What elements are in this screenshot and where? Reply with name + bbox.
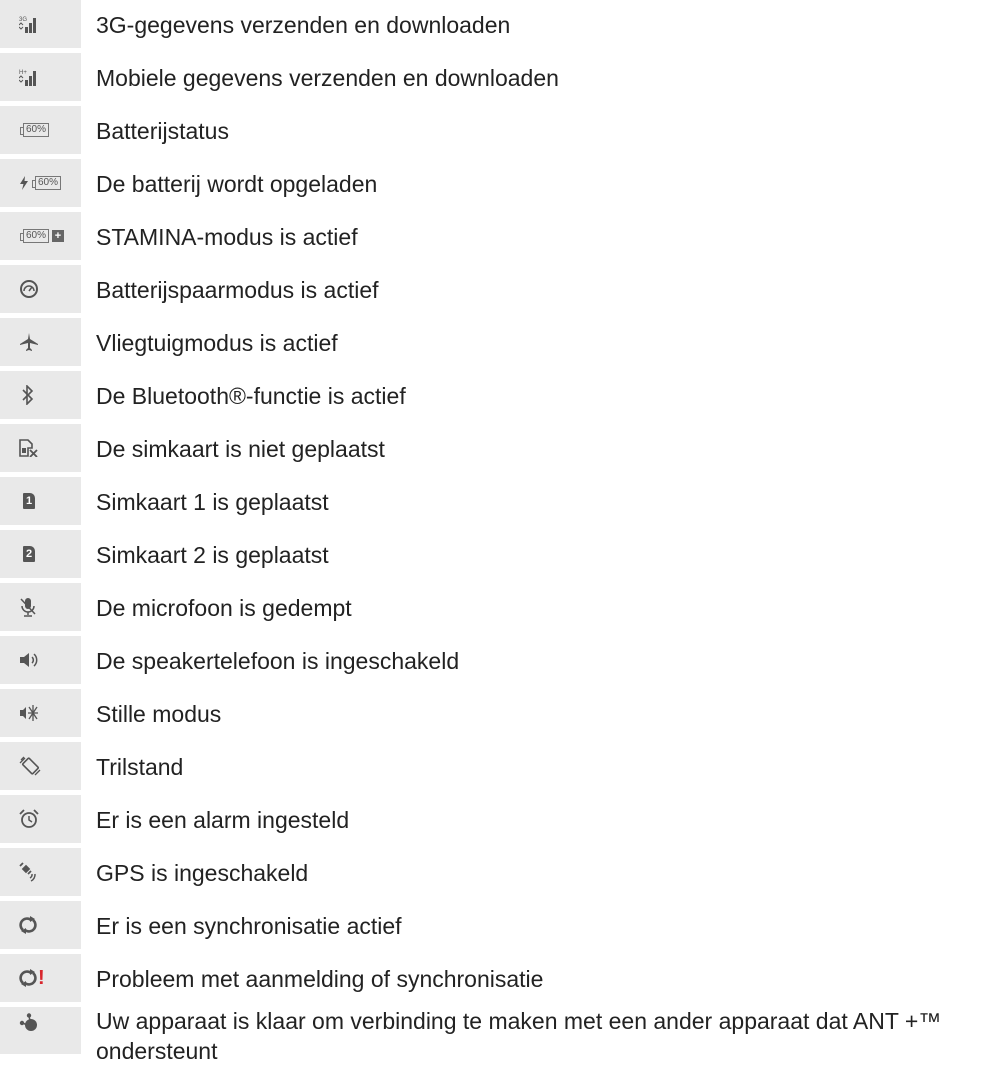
speaker-icon (19, 644, 39, 676)
list-item: 2 Simkaart 2 is geplaatst (0, 530, 1003, 578)
list-item: ! Probleem met aanmelding of synchronisa… (0, 954, 1003, 1002)
list-item-label: Batterijstatus (96, 118, 229, 144)
ant-plus-icon (19, 1007, 39, 1039)
list-item: H+ Mobiele gegevens verzenden en downloa… (0, 53, 1003, 101)
sim-number: 2 (23, 546, 35, 562)
sync-icon (19, 909, 37, 941)
sim1-icon: 1 (23, 485, 35, 517)
svg-text:H+: H+ (19, 70, 27, 76)
silent-icon (19, 697, 39, 729)
bluetooth-icon (22, 379, 34, 411)
list-item-label: Mobiele gegevens verzenden en downloaden (96, 65, 559, 91)
3g-signal-icon: 3G (19, 8, 39, 40)
list-item-label: De batterij wordt opgeladen (96, 171, 378, 197)
gps-icon (19, 856, 39, 888)
list-item: 60% + STAMINA-modus is actief (0, 212, 1003, 260)
list-item-label: Uw apparaat is klaar om verbinding te ma… (96, 1008, 942, 1064)
list-item-label: De speakertelefoon is ingeschakeld (96, 648, 460, 674)
no-sim-icon (19, 432, 39, 464)
list-item-label: GPS is ingeschakeld (96, 860, 309, 886)
list-item-label: De Bluetooth®-functie is actief (96, 383, 406, 409)
battery-icon: 60% (19, 114, 50, 146)
list-item-label: Simkaart 2 is geplaatst (96, 542, 329, 568)
list-item-label: Probleem met aanmelding of synchronisati… (96, 966, 544, 992)
list-item: De speakertelefoon is ingeschakeld (0, 636, 1003, 684)
battery-level-badge: 60% (31, 176, 62, 190)
airplane-icon (19, 326, 39, 358)
list-item: Trilstand (0, 742, 1003, 790)
battery-level-badge: 60% (19, 123, 50, 137)
list-item-label: De microfoon is gedempt (96, 595, 352, 621)
list-item-label: Simkaart 1 is geplaatst (96, 489, 329, 515)
list-item: De simkaart is niet geplaatst (0, 424, 1003, 472)
battery-saver-icon (19, 273, 39, 305)
stamina-battery-icon: 60% + (19, 220, 65, 252)
list-item-label: De simkaart is niet geplaatst (96, 436, 385, 462)
hplus-signal-icon: H+ (19, 61, 39, 93)
list-item: De Bluetooth®-functie is actief (0, 371, 1003, 419)
alarm-icon (19, 803, 39, 835)
sim-number: 1 (23, 493, 35, 509)
list-item: Batterijspaarmodus is actief (0, 265, 1003, 313)
mic-muted-icon (19, 591, 37, 623)
list-item-label: Er is een synchronisatie actief (96, 913, 402, 939)
list-item-label: Stille modus (96, 701, 222, 727)
list-item: 3G 3G-gegevens verzenden en downloaden (0, 0, 1003, 48)
list-item: Stille modus (0, 689, 1003, 737)
list-item: De microfoon is gedempt (0, 583, 1003, 631)
list-item: Er is een alarm ingesteld (0, 795, 1003, 843)
list-item: 60% Batterijstatus (0, 106, 1003, 154)
sync-error-icon: ! (19, 962, 45, 994)
list-item-label: Er is een alarm ingesteld (96, 807, 350, 833)
error-mark: ! (38, 966, 45, 989)
stamina-plus-badge: + (52, 230, 65, 242)
list-item-label: STAMINA-modus is actief (96, 224, 358, 250)
svg-text:3G: 3G (19, 17, 27, 23)
sim2-icon: 2 (23, 538, 35, 570)
list-item-label: Batterijspaarmodus is actief (96, 277, 379, 303)
list-item-label: Trilstand (96, 754, 184, 780)
list-item: 1 Simkaart 1 is geplaatst (0, 477, 1003, 525)
list-item: GPS is ingeschakeld (0, 848, 1003, 896)
battery-level-badge: 60% (19, 229, 50, 243)
list-item-label: Vliegtuigmodus is actief (96, 330, 338, 356)
list-item: Uw apparaat is klaar om verbinding te ma… (0, 1007, 1003, 1064)
list-item: Er is een synchronisatie actief (0, 901, 1003, 949)
list-item: 60% De batterij wordt opgeladen (0, 159, 1003, 207)
vibrate-icon (19, 750, 41, 782)
list-item: Vliegtuigmodus is actief (0, 318, 1003, 366)
list-item-label: 3G-gegevens verzenden en downloaden (96, 12, 511, 38)
battery-charging-icon: 60% (19, 167, 62, 199)
